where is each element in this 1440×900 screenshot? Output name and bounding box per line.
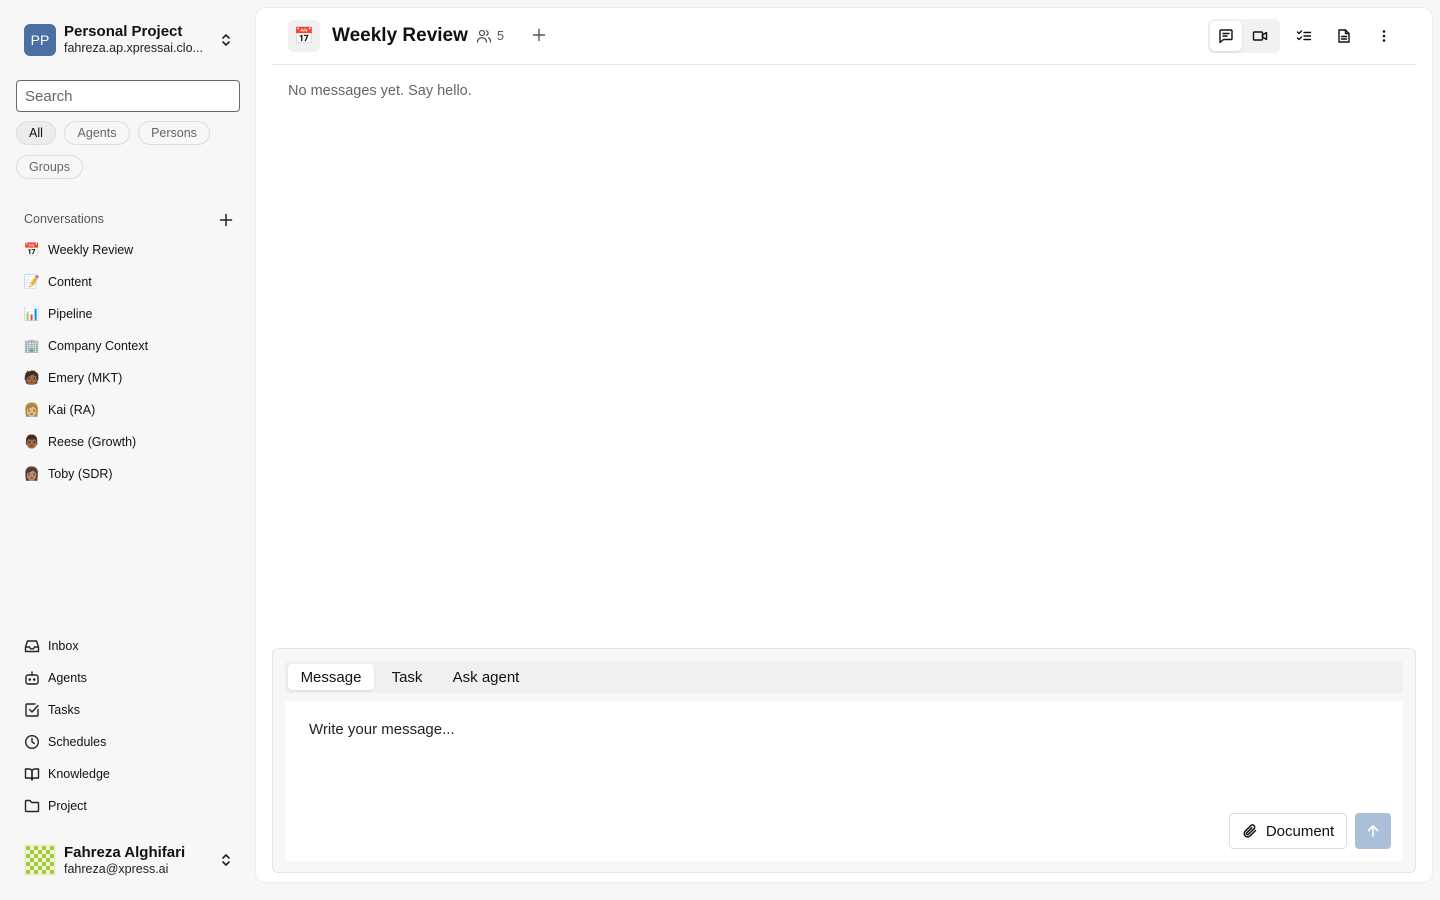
conversation-item-pipeline[interactable]: 📊 Pipeline: [24, 302, 240, 326]
user-email: fahreza@xpress.ai: [64, 861, 169, 876]
nav-label: Knowledge: [48, 767, 110, 781]
person-avatar-icon: 👩🏽: [23, 466, 41, 481]
nav-label: Project: [48, 799, 87, 813]
message-square-icon: [1219, 29, 1233, 44]
nav-label: Schedules: [48, 735, 107, 749]
paperclip-icon: [1243, 824, 1257, 838]
more-vertical-icon: [1382, 30, 1386, 42]
more-options-button[interactable]: [1372, 25, 1396, 47]
person-avatar-icon: 👩🏼: [23, 402, 41, 417]
conversation-label: Emery (MKT): [48, 371, 123, 385]
conversation-label: Kai (RA): [48, 403, 96, 417]
bar-chart-icon: 📊: [23, 306, 41, 321]
nav-label: Tasks: [48, 703, 80, 717]
project-name: Personal Project: [64, 24, 183, 40]
person-avatar-icon: 👨🏾: [23, 434, 41, 449]
conversation-panel: 📅 Weekly Review 5 No messages yet. Say h…: [256, 8, 1432, 882]
conversation-item-weekly-review[interactable]: 📅 Weekly Review: [24, 238, 240, 262]
conversation-title: Weekly Review: [332, 25, 468, 46]
message-placeholder: Write your message...: [309, 721, 455, 738]
tasks-button[interactable]: [1292, 25, 1316, 47]
composer-tabs: Message Task Ask agent: [285, 661, 1403, 693]
nav-schedules[interactable]: Schedules: [24, 730, 240, 754]
tab-task[interactable]: Task: [379, 664, 435, 690]
video-icon: [1252, 31, 1268, 41]
conversation-item-emery[interactable]: 🧑🏾 Emery (MKT): [24, 366, 240, 390]
arrow-up-icon: [1367, 825, 1379, 837]
check-square-icon: [25, 703, 39, 717]
office-building-icon: 🏢: [23, 338, 41, 353]
message-composer: Message Task Ask agent Write your messag…: [272, 648, 1416, 873]
add-conversation-icon[interactable]: [218, 212, 234, 228]
nav-label: Inbox: [48, 639, 79, 653]
conversation-label: Company Context: [48, 339, 149, 353]
filter-persons[interactable]: Persons: [138, 121, 210, 145]
chevrons-up-down-icon: [222, 854, 230, 866]
conversation-item-toby[interactable]: 👩🏽 Toby (SDR): [24, 462, 240, 486]
inbox-icon: [24, 640, 40, 653]
conversation-label: Weekly Review: [48, 243, 134, 257]
book-icon: [24, 768, 40, 781]
chat-view-button[interactable]: [1210, 21, 1242, 51]
conversation-item-content[interactable]: 📝 Content: [24, 270, 240, 294]
message-input[interactable]: Write your message... Document: [285, 701, 1403, 861]
members-button[interactable]: 5: [476, 27, 504, 45]
send-button[interactable]: [1355, 813, 1391, 849]
nav-knowledge[interactable]: Knowledge: [24, 762, 240, 786]
conversation-item-company-context[interactable]: 🏢 Company Context: [24, 334, 240, 358]
conversation-label: Content: [48, 275, 92, 289]
sidebar: PP Personal Project fahreza.ap.xpressai.…: [0, 0, 256, 900]
nav-agents[interactable]: Agents: [24, 666, 240, 690]
search-input[interactable]: [16, 80, 240, 112]
project-subtitle: fahreza.ap.xpressai.clo...: [64, 41, 203, 55]
conversations-heading: Conversations: [24, 212, 104, 226]
filter-groups[interactable]: Groups: [16, 155, 83, 179]
person-avatar-icon: 🧑🏾: [23, 370, 41, 385]
memo-icon: 📝: [23, 274, 41, 289]
users-icon: [476, 29, 492, 43]
conversation-label: Pipeline: [48, 307, 93, 321]
nav-inbox[interactable]: Inbox: [24, 634, 240, 658]
member-count: 5: [497, 29, 504, 43]
clock-icon: [24, 734, 40, 750]
project-switcher[interactable]: PP Personal Project fahreza.ap.xpressai.…: [24, 24, 240, 56]
calendar-icon: 📅: [288, 20, 320, 52]
conversation-item-kai[interactable]: 👩🏼 Kai (RA): [24, 398, 240, 422]
nav-label: Agents: [48, 671, 87, 685]
calendar-icon: 📅: [23, 242, 41, 257]
document-label: Document: [1265, 822, 1335, 840]
user-menu[interactable]: Fahreza Alghifari fahreza@xpress.ai: [24, 843, 240, 877]
attach-document-button[interactable]: Document: [1229, 813, 1347, 849]
video-call-button[interactable]: [1244, 21, 1276, 51]
chevrons-up-down-icon: [222, 34, 230, 46]
conversation-label: Toby (SDR): [48, 467, 113, 481]
nav-tasks[interactable]: Tasks: [24, 698, 240, 722]
nav-project[interactable]: Project: [24, 794, 240, 818]
user-name: Fahreza Alghifari: [64, 843, 186, 861]
tab-message[interactable]: Message: [288, 664, 374, 690]
filter-agents[interactable]: Agents: [64, 121, 130, 145]
list-checks-icon: [1296, 30, 1312, 41]
add-member-icon[interactable]: [531, 27, 547, 43]
conversation-item-reese[interactable]: 👨🏾 Reese (Growth): [24, 430, 240, 454]
conversation-label: Reese (Growth): [48, 435, 137, 449]
folder-icon: [24, 799, 40, 813]
bot-icon: [25, 671, 39, 685]
project-avatar: PP: [24, 24, 56, 56]
tab-ask-agent[interactable]: Ask agent: [442, 664, 530, 690]
view-toggle: [1208, 19, 1280, 53]
empty-state-text: No messages yet. Say hello.: [288, 83, 472, 99]
user-avatar: [24, 844, 56, 876]
documents-button[interactable]: [1332, 25, 1356, 47]
filter-all[interactable]: All: [16, 121, 56, 145]
conversation-header: 📅 Weekly Review 5: [272, 8, 1416, 65]
file-text-icon: [1338, 29, 1350, 43]
